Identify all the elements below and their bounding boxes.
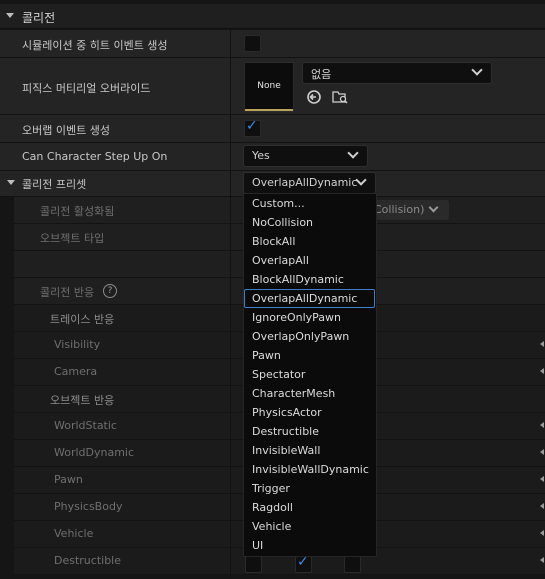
obj-resp-label: 오브젝트 반응 bbox=[50, 394, 115, 407]
chevron-down-icon bbox=[347, 147, 359, 159]
preset-combo[interactable]: OverlapAllDynamic bbox=[243, 172, 376, 194]
phys-mat-label: 피직스 머티리얼 오버라이드 bbox=[22, 82, 151, 95]
dropdown-option[interactable]: NoCollision bbox=[252, 216, 313, 229]
worldstatic-label: WorldStatic bbox=[54, 419, 117, 432]
material-thumbnail[interactable]: None bbox=[244, 62, 294, 112]
destructible-overlap-checkbox[interactable]: ✓ bbox=[295, 554, 312, 573]
scroll-arrow-icon bbox=[540, 557, 544, 563]
dropdown-option[interactable]: Custom... bbox=[252, 197, 305, 210]
browse-folder-icon[interactable] bbox=[332, 89, 348, 105]
material-thumb-text: None bbox=[257, 81, 281, 91]
pawn-label: Pawn bbox=[54, 473, 83, 486]
scroll-arrow-icon bbox=[540, 422, 544, 428]
dropdown-option[interactable]: InvisibleWallDynamic bbox=[252, 463, 369, 476]
thumb-accent-bar bbox=[245, 109, 293, 111]
column-divider bbox=[230, 28, 231, 579]
sim-hit-checkbox[interactable] bbox=[244, 35, 261, 52]
collision-section-header[interactable]: 콜리전 bbox=[0, 4, 545, 29]
dropdown-option[interactable]: Ragdoll bbox=[252, 501, 293, 514]
help-icon[interactable]: ? bbox=[103, 284, 117, 298]
visibility-label: Visibility bbox=[54, 338, 101, 351]
dropdown-option[interactable]: CharacterMesh bbox=[252, 387, 335, 400]
dropdown-option[interactable]: InvisibleWall bbox=[252, 444, 320, 457]
overlap-label: 오버랩 이벤트 생성 bbox=[22, 124, 110, 137]
scroll-arrow-icon bbox=[540, 341, 544, 347]
camera-label: Camera bbox=[54, 365, 98, 378]
destructible-ignore-checkbox[interactable] bbox=[245, 556, 262, 573]
chevron-down-icon bbox=[428, 202, 439, 213]
physicsbody-label: PhysicsBody bbox=[54, 500, 123, 513]
dropdown-option[interactable]: Pawn bbox=[252, 349, 281, 362]
phys-mat-combo[interactable]: 없음 bbox=[302, 62, 492, 84]
step-up-value: Yes bbox=[252, 149, 270, 162]
step-up-combo[interactable]: Yes bbox=[243, 145, 368, 167]
step-up-label: Can Character Step Up On bbox=[22, 150, 168, 163]
overlap-checkbox[interactable]: ✓ bbox=[244, 118, 261, 137]
phys-mat-value: 없음 bbox=[311, 68, 332, 81]
dropdown-option[interactable]: Spectator bbox=[252, 368, 305, 381]
scroll-arrow-icon bbox=[540, 503, 544, 509]
scroll-arrow-icon bbox=[540, 449, 544, 455]
scroll-arrow-icon bbox=[540, 476, 544, 482]
enabled-value: Collision) bbox=[374, 203, 425, 216]
chevron-down-icon bbox=[471, 64, 483, 76]
scroll-arrow-icon bbox=[540, 530, 544, 536]
scroll-arrow-icon bbox=[540, 368, 544, 374]
dropdown-option[interactable]: UI bbox=[252, 539, 263, 552]
destructible-label: Destructible bbox=[54, 554, 121, 567]
preset-expand-icon[interactable] bbox=[7, 180, 15, 185]
collapse-triangle-icon[interactable] bbox=[6, 13, 14, 18]
enabled-label: 콜리전 활성화됨 bbox=[40, 205, 115, 218]
checkmark-icon: ✓ bbox=[246, 118, 258, 134]
dropdown-option[interactable]: BlockAllDynamic bbox=[252, 273, 344, 286]
worlddynamic-label: WorldDynamic bbox=[54, 446, 135, 459]
destructible-block-checkbox[interactable] bbox=[344, 556, 361, 573]
preset-dropdown-list[interactable]: Custom... NoCollision BlockAll OverlapAl… bbox=[243, 193, 377, 557]
section-title: 콜리전 bbox=[22, 11, 56, 25]
reset-arrow-icon[interactable] bbox=[306, 89, 322, 105]
preset-label: 콜리전 프리셋 bbox=[22, 178, 87, 191]
dropdown-option[interactable]: BlockAll bbox=[252, 235, 295, 248]
enabled-combo[interactable]: Collision) bbox=[374, 200, 449, 220]
dropdown-option[interactable]: OverlapAll bbox=[252, 254, 309, 267]
sim-hit-label: 시뮬레이션 중 히트 이벤트 생성 bbox=[22, 39, 168, 52]
dropdown-option[interactable]: Destructible bbox=[252, 425, 319, 438]
vehicle-label: Vehicle bbox=[54, 527, 94, 540]
object-type-label: 오브젝트 타입 bbox=[40, 232, 105, 245]
preset-value: OverlapAllDynamic bbox=[252, 176, 358, 189]
responses-label: 콜리전 반응 bbox=[40, 286, 95, 299]
dropdown-option[interactable]: Trigger bbox=[252, 482, 290, 495]
dropdown-option-selected[interactable]: OverlapAllDynamic bbox=[252, 292, 357, 305]
trace-label: 트레이스 반응 bbox=[50, 313, 115, 326]
dropdown-option[interactable]: PhysicsActor bbox=[252, 406, 322, 419]
dropdown-option[interactable]: OverlapOnlyPawn bbox=[252, 330, 349, 343]
dropdown-option[interactable]: IgnoreOnlyPawn bbox=[252, 311, 341, 324]
dropdown-option[interactable]: Vehicle bbox=[252, 520, 291, 533]
